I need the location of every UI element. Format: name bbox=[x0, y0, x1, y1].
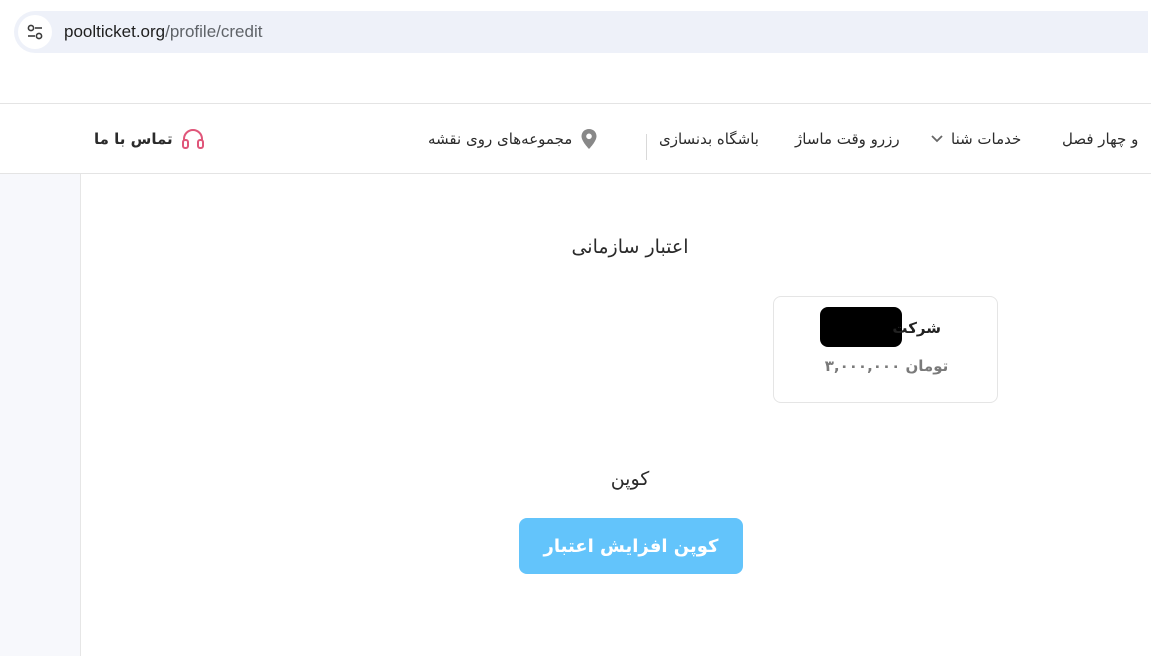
url-host: poolticket.org bbox=[64, 22, 166, 41]
organization-credit-card: شرکت ۳,۰۰۰,۰۰۰ تومان bbox=[773, 296, 998, 403]
address-bar[interactable]: poolticket.org/profile/credit bbox=[14, 11, 1148, 53]
four-seasons-link[interactable]: و چهار فصل bbox=[1062, 104, 1138, 174]
swim-services-menu[interactable]: خدمات شنا bbox=[930, 104, 1021, 174]
gym-label: باشگاه بدنسازی bbox=[659, 130, 759, 148]
headset-icon bbox=[181, 129, 204, 149]
contact-us-link[interactable]: تماس با ما bbox=[94, 104, 205, 174]
gym-link[interactable]: باشگاه بدنسازی bbox=[659, 104, 759, 174]
chevron-down-icon bbox=[931, 135, 943, 143]
credit-amount: ۳,۰۰۰,۰۰۰ تومان bbox=[824, 357, 949, 375]
site-info-button[interactable] bbox=[18, 15, 52, 49]
coupon-title: کوپن bbox=[610, 468, 650, 490]
massage-booking-label: رزرو وقت ماساژ bbox=[795, 130, 900, 148]
top-navigation: تماس با ما مجموعه‌های روی نقشه باشگاه بد… bbox=[0, 103, 1151, 174]
company-label: شرکت bbox=[892, 319, 941, 337]
sidebar-strip bbox=[0, 174, 81, 656]
page: poolticket.org/profile/credit تماس با ما… bbox=[0, 0, 1151, 656]
contact-us-label: تماس با ما bbox=[94, 130, 173, 148]
url-path: /profile/credit bbox=[165, 22, 263, 41]
map-pin-icon bbox=[581, 129, 597, 149]
map-venues-label: مجموعه‌های روی نقشه bbox=[428, 130, 573, 148]
four-seasons-label: و چهار فصل bbox=[1062, 130, 1139, 148]
massage-booking-link[interactable]: رزرو وقت ماساژ bbox=[795, 104, 900, 174]
increase-credit-coupon-button[interactable]: کوپن افزایش اعتبار bbox=[519, 518, 743, 574]
url-text[interactable]: poolticket.org/profile/credit bbox=[64, 22, 262, 42]
swim-services-label: خدمات شنا bbox=[951, 130, 1022, 148]
nav-divider bbox=[646, 134, 647, 160]
organizational-credit-title: اعتبار سازمانی bbox=[571, 236, 689, 258]
tune-icon bbox=[27, 24, 43, 40]
redacted-company-name bbox=[820, 307, 902, 347]
map-venues-link[interactable]: مجموعه‌های روی نقشه bbox=[428, 104, 598, 174]
